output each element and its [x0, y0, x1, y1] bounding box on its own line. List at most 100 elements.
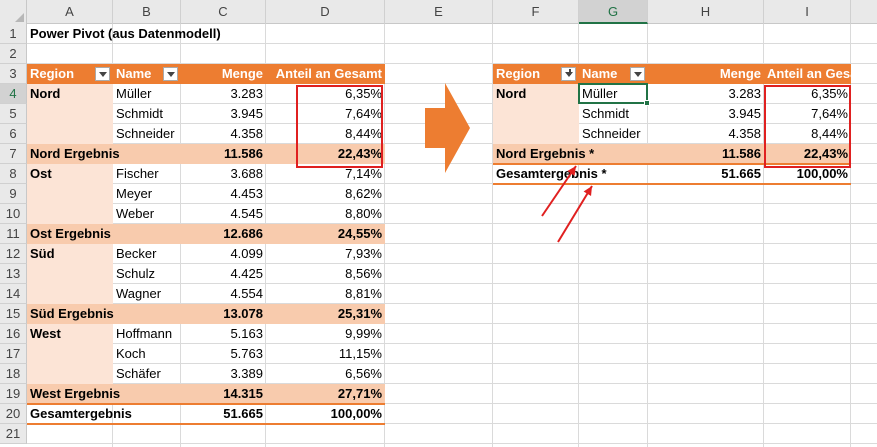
right_pivot-region-cell[interactable]: [493, 104, 579, 124]
right_pivot-name-cell[interactable]: Schmidt: [579, 104, 648, 124]
row-header-12[interactable]: 12: [0, 244, 27, 264]
column-header-h[interactable]: H: [648, 0, 764, 24]
left_pivot-menge-cell[interactable]: 4.545: [181, 204, 266, 224]
left_pivot-header-3[interactable]: Anteil an Gesamt: [266, 64, 385, 84]
left_pivot-subtotal-menge[interactable]: 13.078: [181, 304, 266, 324]
left_pivot-menge-cell[interactable]: 3.283: [181, 84, 266, 104]
left_pivot-header-2[interactable]: Menge: [181, 64, 266, 84]
left_pivot-subtotal-label[interactable]: Nord Ergebnis: [27, 144, 181, 164]
left_pivot-name-cell[interactable]: Hoffmann: [113, 324, 181, 344]
row-header-14[interactable]: 14: [0, 284, 27, 304]
row-header-2[interactable]: 2: [0, 44, 27, 64]
left_pivot-name-cell[interactable]: Schäfer: [113, 364, 181, 384]
left_pivot-name-cell[interactable]: Müller: [113, 84, 181, 104]
left_pivot-grandtotal-menge[interactable]: 51.665: [181, 404, 266, 424]
left_pivot-menge-cell[interactable]: 5.163: [181, 324, 266, 344]
left_pivot-menge-cell[interactable]: 3.389: [181, 364, 266, 384]
right_pivot-region-cell[interactable]: Nord: [493, 84, 579, 104]
left_pivot-name-cell[interactable]: Wagner: [113, 284, 181, 304]
left_pivot-region-cell[interactable]: [27, 284, 113, 304]
left_pivot-subtotal-anteil[interactable]: 24,55%: [266, 224, 385, 244]
left_pivot-menge-cell[interactable]: 4.453: [181, 184, 266, 204]
left_pivot-name-cell[interactable]: Weber: [113, 204, 181, 224]
left_pivot-name-cell[interactable]: Koch: [113, 344, 181, 364]
left_pivot-menge-cell[interactable]: 4.358: [181, 124, 266, 144]
row-header-17[interactable]: 17: [0, 344, 27, 364]
right_pivot-region-cell[interactable]: [493, 124, 579, 144]
row-header-15[interactable]: 15: [0, 304, 27, 324]
row-header-8[interactable]: 8: [0, 164, 27, 184]
row-header-11[interactable]: 11: [0, 224, 27, 244]
left_pivot-anteil-cell[interactable]: 11,15%: [266, 344, 385, 364]
column-header-c[interactable]: C: [181, 0, 266, 24]
left_pivot-subtotal-label[interactable]: Süd Ergebnis: [27, 304, 181, 324]
column-header-f[interactable]: F: [493, 0, 579, 24]
row-header-16[interactable]: 16: [0, 324, 27, 344]
row-header-4[interactable]: 4: [0, 84, 27, 104]
row-header-18[interactable]: 18: [0, 364, 27, 384]
left_pivot-region-cell[interactable]: [27, 264, 113, 284]
page-title[interactable]: Power Pivot (aus Datenmodell): [27, 24, 327, 44]
left_pivot-anteil-cell[interactable]: 8,62%: [266, 184, 385, 204]
select-all-corner[interactable]: [0, 0, 27, 24]
left_pivot-anteil-cell[interactable]: 8,81%: [266, 284, 385, 304]
left_pivot-subtotal-menge[interactable]: 11.586: [181, 144, 266, 164]
left_pivot-name-cell[interactable]: Schneider: [113, 124, 181, 144]
left_pivot-anteil-cell[interactable]: 6,56%: [266, 364, 385, 384]
left_pivot-region-cell[interactable]: West: [27, 324, 113, 344]
right_pivot-menge-cell[interactable]: 4.358: [648, 124, 764, 144]
row-header-9[interactable]: 9: [0, 184, 27, 204]
left_pivot-grandtotal-label[interactable]: Gesamtergebnis: [27, 404, 181, 424]
column-header-g[interactable]: G: [579, 0, 648, 24]
left_pivot-region-cell[interactable]: [27, 344, 113, 364]
left_pivot-menge-cell[interactable]: 5.763: [181, 344, 266, 364]
left_pivot-grandtotal-anteil[interactable]: 100,00%: [266, 404, 385, 424]
left_pivot-region-cell[interactable]: [27, 184, 113, 204]
row-header-1[interactable]: 1: [0, 24, 27, 44]
column-header-e[interactable]: E: [385, 0, 493, 24]
row-header-3[interactable]: 3: [0, 64, 27, 84]
row-header-21[interactable]: 21: [0, 424, 27, 444]
row-header-7[interactable]: 7: [0, 144, 27, 164]
left_pivot-subtotal-menge[interactable]: 14.315: [181, 384, 266, 404]
left_pivot-name-cell[interactable]: Fischer: [113, 164, 181, 184]
right_pivot-header-3[interactable]: Anteil an Gesamt: [764, 64, 851, 84]
left_pivot-region-cell[interactable]: [27, 364, 113, 384]
column-header-d[interactable]: D: [266, 0, 385, 24]
column-header-a[interactable]: A: [27, 0, 113, 24]
right_pivot-grandtotal-menge[interactable]: 51.665: [648, 164, 764, 184]
filter-dropdown-icon[interactable]: [630, 67, 645, 81]
fill-handle[interactable]: [644, 100, 650, 106]
left_pivot-menge-cell[interactable]: 3.945: [181, 104, 266, 124]
left_pivot-menge-cell[interactable]: 4.425: [181, 264, 266, 284]
left_pivot-region-cell[interactable]: [27, 204, 113, 224]
left_pivot-name-cell[interactable]: Schulz: [113, 264, 181, 284]
left_pivot-region-cell[interactable]: Ost: [27, 164, 113, 184]
left_pivot-anteil-cell[interactable]: 8,56%: [266, 264, 385, 284]
left_pivot-subtotal-anteil[interactable]: 25,31%: [266, 304, 385, 324]
filter-dropdown-icon[interactable]: [95, 67, 110, 81]
left_pivot-region-cell[interactable]: [27, 124, 113, 144]
left_pivot-region-cell[interactable]: [27, 104, 113, 124]
left_pivot-region-cell[interactable]: Süd: [27, 244, 113, 264]
left_pivot-menge-cell[interactable]: 4.554: [181, 284, 266, 304]
right_pivot-menge-cell[interactable]: 3.283: [648, 84, 764, 104]
left_pivot-subtotal-anteil[interactable]: 27,71%: [266, 384, 385, 404]
left_pivot-name-cell[interactable]: Schmidt: [113, 104, 181, 124]
active-cell-selection[interactable]: [578, 83, 650, 106]
right_pivot-subtotal-menge[interactable]: 11.586: [648, 144, 764, 164]
spreadsheet-grid[interactable]: A B C D E F G H I 1 2 3 4 5 6 7 8 9 10 11 12 13 14 15 16 17 18 19 20…: [0, 0, 877, 447]
right_pivot-menge-cell[interactable]: 3.945: [648, 104, 764, 124]
row-header-5[interactable]: 5: [0, 104, 27, 124]
column-header-i[interactable]: I: [764, 0, 851, 24]
row-header-6[interactable]: 6: [0, 124, 27, 144]
filter-active-icon[interactable]: [561, 67, 576, 81]
row-header-13[interactable]: 13: [0, 264, 27, 284]
left_pivot-menge-cell[interactable]: 4.099: [181, 244, 266, 264]
left_pivot-anteil-cell[interactable]: 8,80%: [266, 204, 385, 224]
left_pivot-region-cell[interactable]: Nord: [27, 84, 113, 104]
right_pivot-name-cell[interactable]: Schneider: [579, 124, 648, 144]
left_pivot-menge-cell[interactable]: 3.688: [181, 164, 266, 184]
row-header-20[interactable]: 20: [0, 404, 27, 424]
filter-dropdown-icon[interactable]: [163, 67, 178, 81]
